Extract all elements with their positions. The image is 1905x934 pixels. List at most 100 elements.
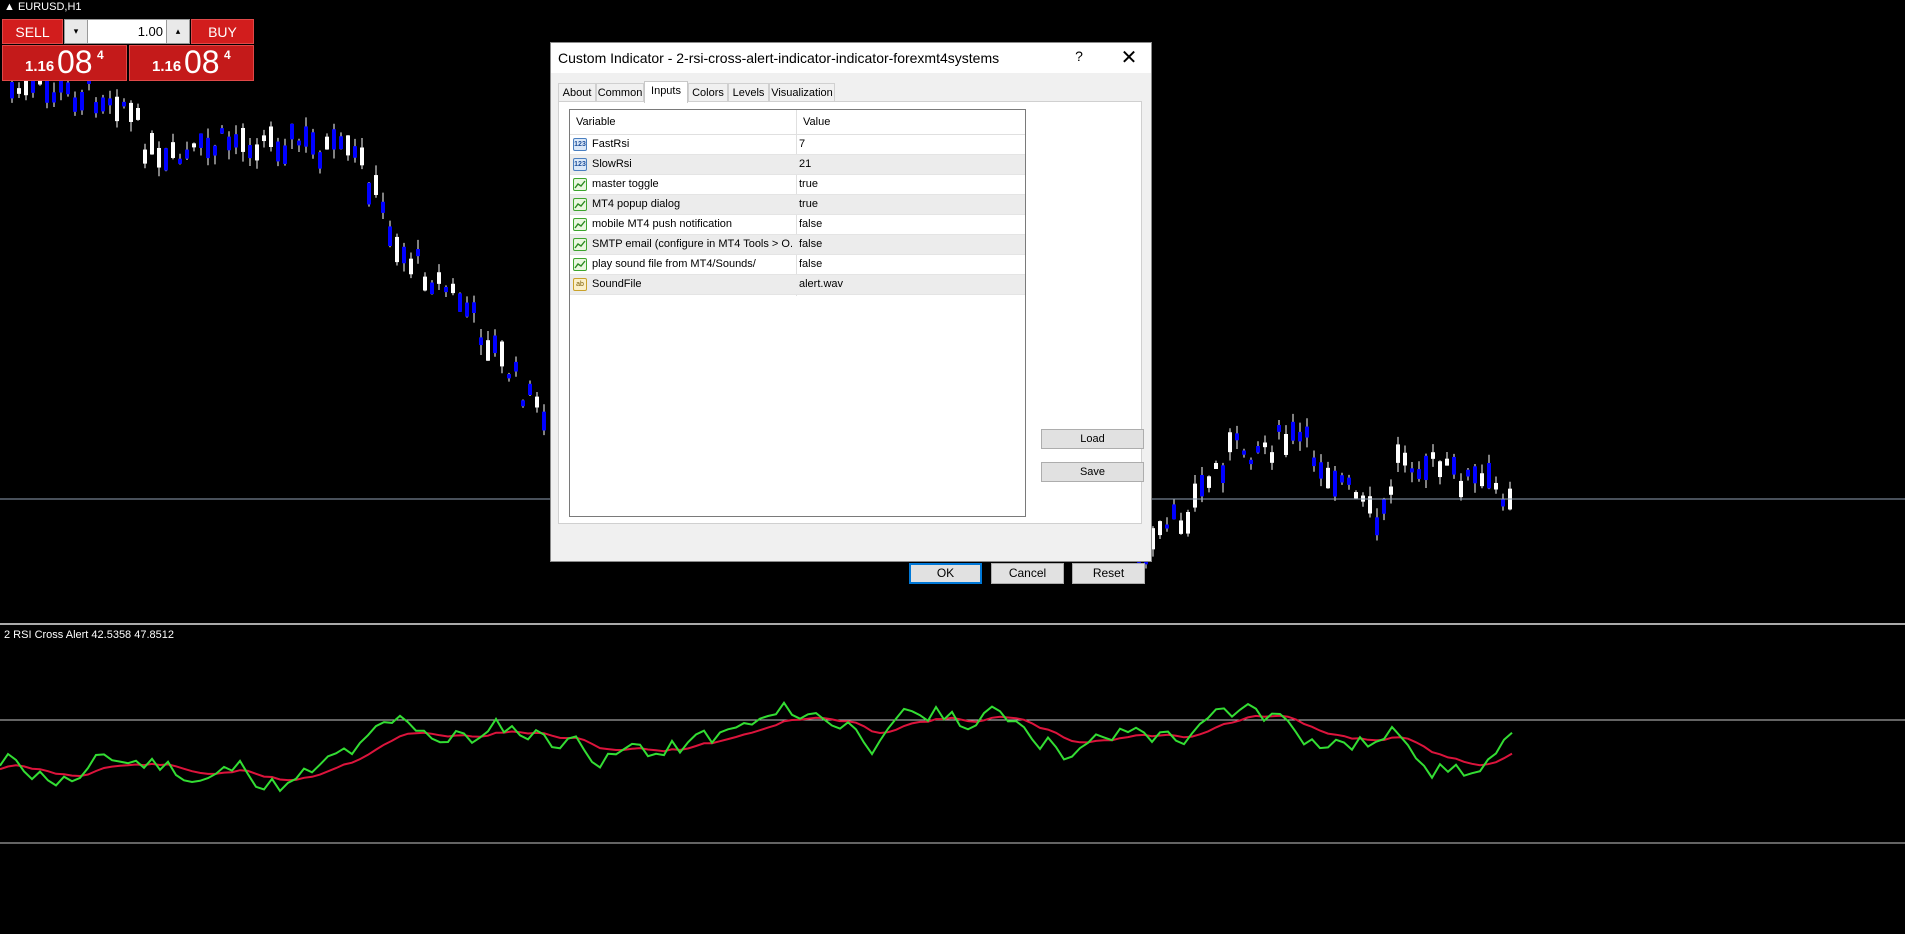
candle-body <box>1228 432 1232 453</box>
candle-body <box>339 136 343 150</box>
candle-body <box>388 226 392 246</box>
candle-body <box>318 152 322 169</box>
candle-body <box>1200 475 1204 497</box>
candle-body <box>1249 459 1253 465</box>
table-row[interactable]: MT4 popup dialog true <box>570 195 1025 215</box>
candle-body <box>45 77 49 103</box>
save-button[interactable]: Save <box>1041 462 1144 482</box>
candle-body <box>290 123 294 140</box>
candle-body <box>1382 499 1386 514</box>
candle-body <box>80 92 84 111</box>
lot-value[interactable]: 1.00 <box>89 20 163 43</box>
candle-body <box>1305 426 1309 438</box>
candle-body <box>493 335 497 354</box>
candle-body <box>402 246 406 264</box>
candle-body <box>1452 456 1456 475</box>
variable-value[interactable]: true <box>799 178 818 190</box>
candle-body <box>1312 457 1316 467</box>
symbol-timeframe-label: ▲ EURUSD,H1 <box>4 1 82 13</box>
one-click-trading-panel: SELL ▾ 1.00 ▴ BUY 1.16 08 4 1.16 08 4 <box>2 19 254 81</box>
candle-body <box>1347 477 1351 485</box>
candle-body <box>416 249 420 257</box>
candle-body <box>1424 455 1428 481</box>
variable-name: FastRsi <box>592 138 630 150</box>
lot-increase-icon[interactable]: ▴ <box>166 20 189 43</box>
candle-body <box>374 175 378 195</box>
candle-body <box>332 129 336 150</box>
buy-button[interactable]: BUY <box>191 19 254 44</box>
variable-value[interactable]: false <box>799 238 822 250</box>
bool-icon <box>573 238 587 251</box>
candle-body <box>1277 425 1281 432</box>
candle-body <box>129 102 133 122</box>
candle-body <box>52 92 56 103</box>
candle-body <box>199 133 203 148</box>
candle-body <box>276 141 280 162</box>
table-row[interactable]: mobile MT4 push notification false <box>570 215 1025 235</box>
candle-body <box>73 97 77 112</box>
candle-body <box>437 272 441 284</box>
candle-body <box>360 147 364 166</box>
tab-about[interactable]: About <box>558 83 596 102</box>
candle-body <box>101 97 105 112</box>
tab-visualization[interactable]: Visualization <box>769 83 835 102</box>
table-row[interactable]: play sound file from MT4/Sounds/false <box>570 255 1025 275</box>
candle-body <box>213 145 217 156</box>
table-row[interactable]: ab SoundFile alert.wav <box>570 275 1025 295</box>
sell-button[interactable]: SELL <box>2 19 63 44</box>
candle-body <box>458 293 462 312</box>
candle-body <box>304 126 308 147</box>
candle-body <box>1158 521 1162 536</box>
variable-value[interactable]: true <box>799 198 818 210</box>
table-row[interactable]: 123 FastRsi 7 <box>570 135 1025 155</box>
candle-body <box>143 149 147 164</box>
candle-body <box>1172 504 1176 520</box>
table-row[interactable]: master toggle true <box>570 175 1025 195</box>
candle-body <box>451 283 455 294</box>
close-icon[interactable]: ✕ <box>1117 45 1141 70</box>
tab-inputs[interactable]: Inputs <box>644 81 688 103</box>
help-icon[interactable]: ? <box>1069 48 1089 64</box>
candle-body <box>1298 431 1302 442</box>
candle-body <box>507 374 511 379</box>
candle-body <box>1284 434 1288 455</box>
candle-body <box>178 158 182 164</box>
dialog-titlebar[interactable]: Custom Indicator - 2-rsi-cross-alert-ind… <box>551 43 1151 73</box>
variable-value[interactable]: alert.wav <box>799 278 843 290</box>
candle-body <box>1263 442 1267 448</box>
inputs-table[interactable]: Variable Value 123 FastRsi 7 123 SlowRsi 21 ma… <box>569 109 1026 517</box>
load-button[interactable]: Load <box>1041 429 1144 449</box>
tab-colors[interactable]: Colors <box>688 83 728 102</box>
sell-price[interactable]: 1.16 08 4 <box>2 44 127 81</box>
reset-button[interactable]: Reset <box>1072 563 1145 584</box>
tab-levels[interactable]: Levels <box>728 83 769 102</box>
cancel-button[interactable]: Cancel <box>991 563 1064 584</box>
candle-body <box>283 145 287 164</box>
bool-icon <box>573 258 587 271</box>
candle-body <box>367 182 371 205</box>
lot-size-input[interactable]: ▾ 1.00 ▴ <box>64 19 190 44</box>
candle-body <box>479 337 483 346</box>
buy-price[interactable]: 1.16 08 4 <box>129 44 254 81</box>
tab-common[interactable]: Common <box>596 83 644 102</box>
table-header: Variable Value <box>570 110 1025 135</box>
candle-body <box>17 88 21 94</box>
candle-body <box>1270 452 1274 463</box>
column-value[interactable]: Value <box>803 116 830 128</box>
table-row[interactable]: SMTP email (configure in MT4 Tools > O..… <box>570 235 1025 255</box>
candle-body <box>248 145 252 159</box>
candle-body <box>1256 446 1260 453</box>
bool-icon <box>573 198 587 211</box>
variable-value[interactable]: false <box>799 258 822 270</box>
variable-value[interactable]: false <box>799 218 822 230</box>
candle-body <box>381 201 385 213</box>
lot-decrease-icon[interactable]: ▾ <box>65 20 88 43</box>
variable-value[interactable]: 21 <box>799 158 811 170</box>
candle-body <box>514 361 518 372</box>
variable-value[interactable]: 7 <box>799 138 805 150</box>
candle-body <box>423 276 427 291</box>
ok-button[interactable]: OK <box>909 563 982 584</box>
column-variable[interactable]: Variable <box>576 116 616 128</box>
table-row[interactable]: 123 SlowRsi 21 <box>570 155 1025 175</box>
num-icon: 123 <box>573 138 587 151</box>
